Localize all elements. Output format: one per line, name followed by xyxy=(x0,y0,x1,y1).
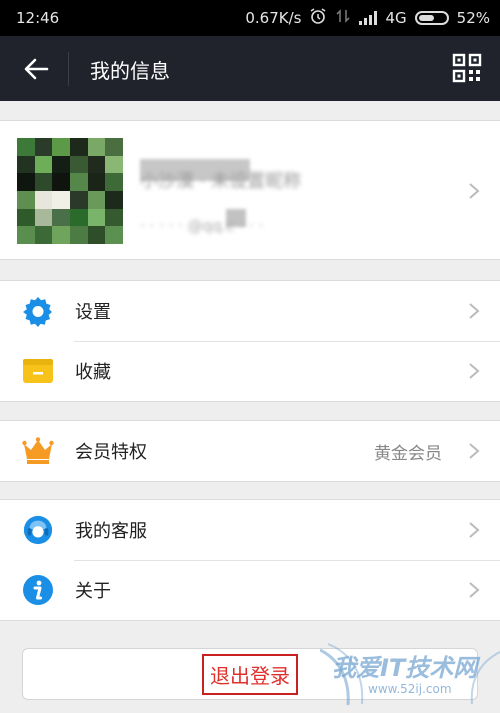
menu-item-favorites[interactable]: 收藏 xyxy=(0,341,500,401)
menu-item-about[interactable]: 关于 xyxy=(0,560,500,620)
crown-icon xyxy=(22,435,54,467)
membership-level: 黄金会员 xyxy=(374,443,442,464)
logout-label: 退出登录 xyxy=(202,653,298,695)
back-arrow-icon xyxy=(24,58,49,80)
about-label: 关于 xyxy=(75,581,111,602)
chevron-right-icon xyxy=(469,183,480,199)
app-header: 我的信息 xyxy=(0,36,500,101)
menu-group-support: 我的客服 关于 xyxy=(0,499,500,621)
favorites-label: 收藏 xyxy=(75,362,111,383)
profile-account: · · · · · @qq.c · · · xyxy=(140,217,264,235)
battery-icon xyxy=(414,11,449,25)
menu-group-membership: 会员特权 黄金会员 xyxy=(0,420,500,482)
signal-icon xyxy=(359,11,378,25)
menu-group-general: 设置 收藏 xyxy=(0,280,500,402)
menu-item-settings[interactable]: 设置 xyxy=(0,281,500,341)
back-button[interactable] xyxy=(18,52,54,86)
menu-item-membership[interactable]: 会员特权 黄金会员 xyxy=(0,421,500,481)
header-divider xyxy=(68,52,69,86)
watermark-url: www.52ij.com xyxy=(368,682,452,696)
status-right: 0.67K/s 4G 52% xyxy=(245,7,490,29)
data-transfer-icon xyxy=(335,8,351,28)
chevron-right-icon xyxy=(469,443,480,459)
qr-code-button[interactable] xyxy=(452,53,482,83)
profile-card[interactable]: 小沙漠 · 未设置昵称 · · · · · @qq.c · · · xyxy=(0,120,500,260)
favorites-folder-icon xyxy=(22,355,54,387)
gear-icon xyxy=(22,295,54,327)
profile-nickname: 小沙漠 · 未设置昵称 xyxy=(140,171,302,192)
network-speed: 0.67K/s xyxy=(245,9,302,27)
avatar xyxy=(17,138,123,244)
chevron-right-icon xyxy=(469,522,480,538)
chevron-right-icon xyxy=(469,363,480,379)
menu-item-customer-service[interactable]: 我的客服 xyxy=(0,500,500,560)
customer-service-icon xyxy=(22,514,54,546)
alarm-icon xyxy=(309,7,327,29)
qr-code-icon xyxy=(452,53,482,83)
watermark-text: 我爱IT技术网 xyxy=(332,654,478,682)
chevron-right-icon xyxy=(469,303,480,319)
status-bar: 12:46 0.67K/s 4G 52% xyxy=(0,0,500,36)
network-type: 4G xyxy=(385,9,407,27)
battery-level: 52% xyxy=(456,9,490,27)
customer-service-label: 我的客服 xyxy=(75,521,147,542)
status-time: 12:46 xyxy=(16,9,60,27)
membership-label: 会员特权 xyxy=(75,442,147,463)
chevron-right-icon xyxy=(469,582,480,598)
page-title: 我的信息 xyxy=(90,59,170,83)
info-icon xyxy=(22,574,54,606)
settings-label: 设置 xyxy=(75,302,111,323)
